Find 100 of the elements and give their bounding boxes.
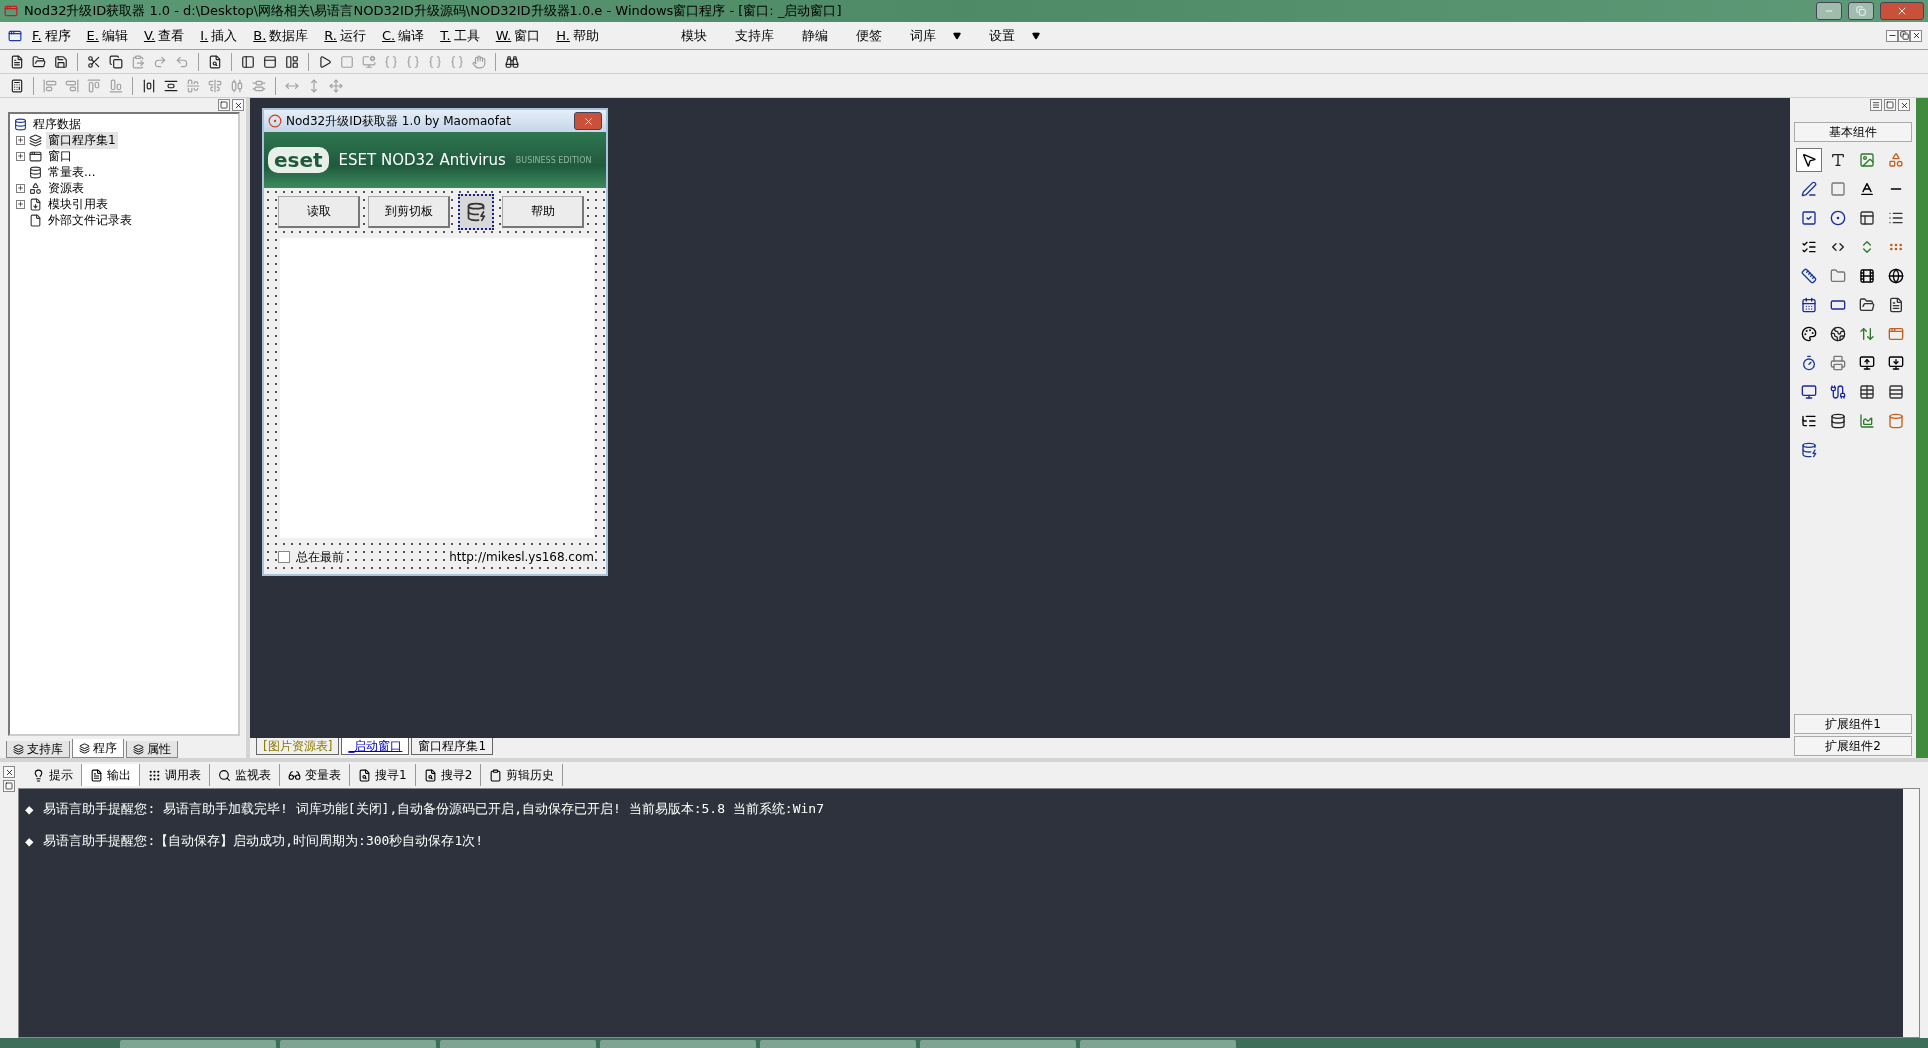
close-button[interactable] [3, 766, 15, 778]
new-file-icon[interactable] [10, 54, 24, 69]
list-icon[interactable] [1888, 210, 1904, 226]
browser-icon[interactable] [1888, 268, 1904, 284]
menu-item[interactable]: T. 工具 [432, 26, 488, 45]
output-tab[interactable]: 搜寻2 [415, 764, 482, 786]
tree-item[interactable]: 窗口 [46, 147, 74, 165]
link[interactable]: http://mikesl.ys168.com [449, 550, 594, 564]
tree-item[interactable]: 程序数据 [31, 115, 83, 133]
minimize-button[interactable] [1816, 2, 1842, 20]
printer-icon[interactable] [1830, 355, 1846, 371]
close-button[interactable] [574, 112, 602, 130]
menu-item[interactable]: 模块 [666, 26, 721, 45]
image-icon[interactable] [1859, 152, 1875, 168]
copy-icon[interactable] [109, 54, 123, 69]
run-icon[interactable] [318, 54, 332, 69]
menu-item[interactable]: H. 帮助 [548, 26, 607, 45]
table-icon[interactable] [1859, 384, 1875, 400]
tree-item[interactable]: 模块引用表 [46, 195, 110, 213]
checkbox-icon[interactable] [1801, 210, 1817, 226]
component-group-button[interactable]: 扩展组件1 [1794, 714, 1912, 734]
cut-icon[interactable] [87, 54, 101, 69]
close-button[interactable] [232, 99, 244, 111]
output-tab[interactable]: 输出 [82, 764, 140, 786]
output-tab[interactable]: 变量表 [280, 764, 350, 786]
tree-item[interactable]: 资源表 [46, 179, 86, 197]
text-icon[interactable] [1859, 181, 1875, 197]
tab-icon[interactable] [1830, 268, 1846, 284]
maximize-button[interactable] [1848, 2, 1874, 20]
chart-icon[interactable] [1859, 413, 1875, 429]
shapes-icon[interactable] [1888, 152, 1904, 168]
menu-item[interactable]: F. 程序 [24, 26, 79, 45]
save-icon[interactable] [54, 54, 68, 69]
edit-icon[interactable] [1801, 181, 1817, 197]
pointer-icon[interactable] [1801, 152, 1817, 168]
menu-item[interactable]: 便签 [841, 26, 896, 45]
close-button[interactable] [1898, 99, 1910, 111]
monitor-icon[interactable] [1888, 355, 1904, 371]
tree-item[interactable]: 窗口程序集1 [46, 131, 118, 149]
menu-item[interactable]: 词库 [895, 26, 975, 45]
monitor-icon[interactable] [1859, 355, 1875, 371]
panel-tab[interactable]: 支持库 [6, 741, 70, 758]
film-icon[interactable] [1859, 268, 1875, 284]
menu-item[interactable]: B. 数据库 [245, 26, 317, 45]
list-icon[interactable] [1801, 239, 1817, 255]
grid-icon[interactable] [10, 78, 24, 93]
output-tab[interactable]: 搜寻1 [350, 764, 416, 786]
menu-item[interactable]: V. 查看 [135, 26, 193, 45]
form-button[interactable]: 帮助 [502, 196, 584, 228]
layout-icon[interactable] [263, 54, 277, 69]
document-icon[interactable] [1888, 297, 1904, 313]
form-button[interactable]: 到剪切板 [368, 196, 450, 228]
output-tab[interactable]: 剪辑历史 [481, 764, 564, 786]
menu-item[interactable]: 静编 [787, 26, 842, 45]
menu-item[interactable]: I. 插入 [192, 26, 246, 45]
scrollbar[interactable] [1903, 789, 1919, 1037]
expand-icon[interactable] [16, 199, 25, 209]
window-icon[interactable] [1888, 326, 1904, 342]
combo-icon[interactable] [1859, 210, 1875, 226]
editor-tab[interactable]: 窗口程序集1 [411, 738, 493, 755]
menu-item[interactable]: W. 窗口 [487, 26, 549, 45]
database-icon[interactable] [1830, 413, 1846, 429]
menu-button[interactable] [1870, 99, 1882, 111]
radio-icon[interactable] [1830, 210, 1846, 226]
expand-icon[interactable] [16, 151, 25, 161]
output-tab[interactable]: 调用表 [140, 764, 210, 786]
checkbox[interactable]: 总在最前 [278, 548, 344, 566]
binoculars-icon[interactable] [505, 54, 519, 69]
layout-icon[interactable] [241, 54, 255, 69]
frame-icon[interactable] [1830, 181, 1846, 197]
output-tab[interactable]: 监视表 [210, 764, 280, 786]
restore-button[interactable] [1898, 29, 1910, 42]
app-menu-icon[interactable] [8, 28, 22, 43]
database-icon[interactable] [1801, 442, 1817, 458]
restore-button[interactable] [1884, 99, 1896, 111]
label-icon[interactable] [1830, 152, 1846, 168]
open-folder-icon[interactable] [32, 54, 46, 69]
spin-icon[interactable] [1859, 326, 1875, 342]
menu-item[interactable]: 设置 [974, 26, 1054, 45]
folder-icon[interactable] [1859, 297, 1875, 313]
slider-icon[interactable] [1801, 268, 1817, 284]
tree-item[interactable]: 外部文件记录表 [46, 211, 134, 229]
monitor-icon[interactable] [1801, 384, 1817, 400]
expand-icon[interactable] [16, 183, 25, 193]
minimize-button[interactable] [1886, 29, 1898, 42]
timer-icon[interactable] [1801, 355, 1817, 371]
database-component[interactable] [458, 194, 494, 230]
panel-tab[interactable]: 程序 [72, 739, 124, 758]
list-icon[interactable] [1801, 413, 1817, 429]
expand-icon[interactable] [16, 135, 25, 145]
cable-icon[interactable] [1830, 384, 1846, 400]
center-icon[interactable] [142, 78, 156, 93]
form-button[interactable]: 读取 [278, 196, 360, 228]
menu-item[interactable]: R. 运行 [316, 26, 374, 45]
menu-item[interactable]: C. 编译 [374, 26, 433, 45]
calendar-icon[interactable] [1801, 297, 1817, 313]
restore-button[interactable] [3, 780, 15, 792]
center-icon[interactable] [164, 78, 178, 93]
editor-tab[interactable]: _启动窗口 [341, 738, 410, 755]
layout-icon[interactable] [285, 54, 299, 69]
